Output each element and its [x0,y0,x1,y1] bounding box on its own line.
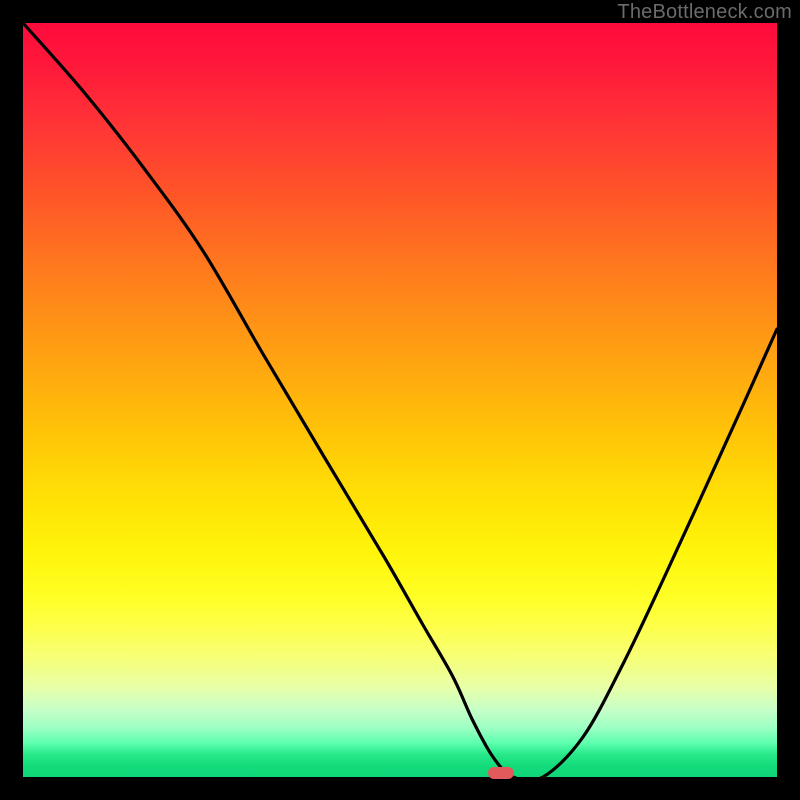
bottleneck-curve [23,23,777,777]
chart-frame [23,23,777,777]
optimal-marker [488,767,514,779]
watermark-text: TheBottleneck.com [617,1,792,24]
